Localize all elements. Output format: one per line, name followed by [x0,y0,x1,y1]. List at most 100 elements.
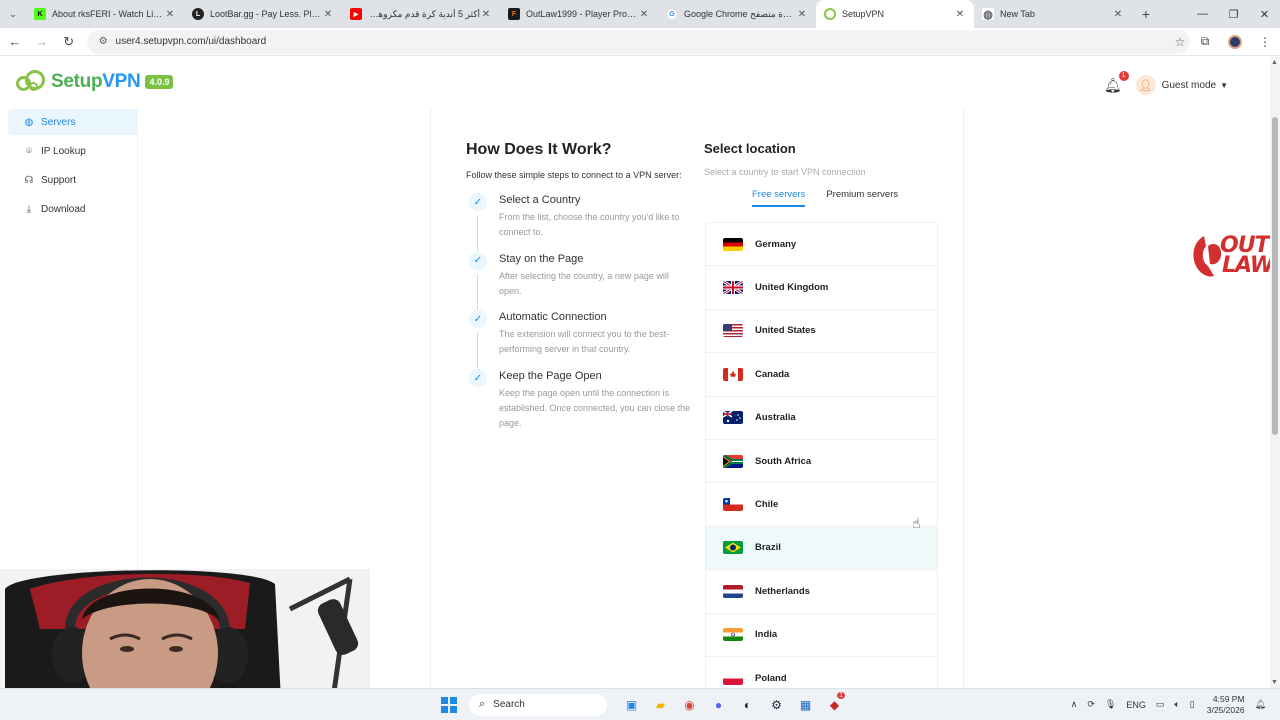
task-view-icon[interactable]: ▣ [617,698,646,712]
step-description: After selecting the country, a new page … [499,270,669,296]
search-icon: ⌕ [479,698,486,710]
app-dark-icon[interactable]: ◐ [733,698,762,712]
country-row-united-states[interactable]: United States [706,310,937,354]
tab-search-chevron-icon[interactable]: ⌄ [0,0,26,28]
scroll-up-arrow-icon[interactable]: ▲ [1271,59,1278,66]
sidebar-item-download[interactable]: ⤓ Download [8,197,138,223]
user-name[interactable]: Guest mode [1162,80,1216,91]
download-icon: ⤓ [26,204,32,216]
browser-tab-strip: ⌄ K About rksFERI - Watch Live on ✕ L Lo… [0,0,1280,28]
windows-start-icon[interactable] [441,696,457,713]
reload-icon[interactable]: ↻ [57,30,81,54]
steps-list: ✓ Select a Country From the list, choose… [466,193,696,428]
country-row-australia[interactable]: Australia [706,397,937,440]
setupvpn-favicon-icon [824,8,836,20]
step-item: ✓ Automatic Connection The extension wil… [466,310,696,369]
how-it-works-title: How Does It Work? [466,141,612,158]
country-name: South Africa [755,455,812,467]
browser-tab-active[interactable]: SetupVPN ✕ [816,0,974,28]
app-notification-badge: 1 [837,691,845,699]
clock-date: 3/25/2026 [1206,704,1245,715]
country-row-canada[interactable]: Canada [706,353,937,397]
country-row-south-africa[interactable]: South Africa [706,440,937,484]
tab-close-icon[interactable]: ✕ [322,9,334,20]
taskbar-clock[interactable]: 4:59 PM 3/25/2026 [1207,694,1245,716]
file-explorer-icon[interactable]: ▰ [646,698,675,712]
step-item: ✓ Keep the Page Open Keep the page open … [466,369,696,428]
country-row-india[interactable]: India [706,614,937,657]
profile-icon[interactable] [1220,34,1250,49]
forward-arrow-icon[interactable]: → [30,30,54,54]
caret-down-icon[interactable]: ▼ [1220,81,1228,90]
country-row-poland[interactable]: Poland [706,657,937,688]
page-scrollbar[interactable]: ▲ ▼ [1270,57,1280,688]
restore-icon[interactable]: ❐ [1218,0,1249,28]
chrome-menu-icon[interactable]: ⋮ [1250,35,1280,49]
tab-close-icon[interactable]: ✕ [954,9,966,20]
tab-close-icon[interactable]: ✕ [1112,9,1124,20]
network-icon[interactable]: ▭ [1156,699,1165,710]
sync-icon[interactable]: ⟳ [1087,699,1095,710]
tray-overflow-chevron-icon[interactable]: ∧ [1071,699,1078,710]
sidebar-item-label: Support [41,175,77,187]
tab-close-icon[interactable]: ✕ [480,9,492,20]
sidebar-nav: ◍ Servers ⌾ IP Lookup ☊ Support ⤓ Downlo… [8,109,138,226]
language-indicator[interactable]: ENG [1126,700,1146,710]
minimize-icon[interactable]: — [1187,0,1218,28]
chrome-icon[interactable]: ◉ [675,698,704,712]
canada-flag-icon [723,367,743,381]
battery-icon[interactable]: ▯ [1190,699,1195,710]
sidebar-item-support[interactable]: ☊ Support [8,168,138,194]
microphone-icon[interactable]: 🎙︎ [1105,699,1116,710]
sidebar-item-ip-lookup[interactable]: ⌾ IP Lookup [8,138,138,164]
tab-close-icon[interactable]: ✕ [796,9,808,20]
brand-name: SetupVPN [51,71,141,92]
back-arrow-icon[interactable]: ← [3,30,27,54]
germany-flag-icon [723,237,743,251]
windows-taskbar: ⌕ Search ▣ ▰ ◉ ● ◐ ⚙ ▦ ◆ 1 ∧ ⟳ 🎙︎ ENG ▭ 🔈… [0,688,1280,720]
tab-close-icon[interactable]: ✕ [638,9,650,20]
url-text[interactable]: user4.setupvpn.com/ui/dashboard [116,36,1170,47]
scroll-down-arrow-icon[interactable]: ▼ [1271,679,1278,686]
extensions-puzzle-icon[interactable]: ⧉ [1190,34,1220,49]
media-app-icon[interactable]: ▦ [791,698,820,712]
country-row-chile[interactable]: Chile [706,483,937,527]
country-name: Canada [755,368,790,380]
taskbar-search-box[interactable]: ⌕ Search [469,693,607,716]
tab-premium-servers[interactable]: Premium servers [826,189,898,207]
country-name: Poland [755,672,787,684]
sidebar-item-servers[interactable]: ◍ Servers [8,109,138,135]
browser-tab[interactable]: ◍ New Tab ✕ [974,0,1132,28]
notifications-bell-icon[interactable]: 🔔︎ [1255,699,1266,710]
country-row-united-kingdom[interactable]: United Kingdom [706,266,937,310]
country-name: India [755,629,778,641]
browser-tab[interactable]: L LootBar.gg - Pay Less. Play Mo ✕ [184,0,342,28]
setupvpn-logo[interactable]: SetupVPN 4.0.9 [16,69,174,95]
window-close-icon[interactable]: ✕ [1249,0,1280,28]
browser-tab[interactable]: G Google Chrome مساعدة متصفح ✕ [658,0,816,28]
browser-tab[interactable]: F OutLaw1999 - Player Profile - F ✕ [500,0,658,28]
tab-free-servers[interactable]: Free servers [752,189,806,207]
site-info-icon[interactable]: ⚙ [99,36,108,47]
sidebar-item-label: Download [41,204,86,216]
discord-icon[interactable]: ● [704,698,733,712]
tab-close-icon[interactable]: ✕ [164,9,176,20]
browser-tab[interactable]: ▶ أكثر 5 أندية كرة قدم مكروهة في ✕ [342,0,500,28]
browser-tab[interactable]: K About rksFERI - Watch Live on ✕ [26,0,184,28]
country-row-germany[interactable]: Germany [706,223,937,267]
server-type-tabs: Free servers Premium servers [752,189,919,207]
country-row-brazil[interactable]: Brazil [706,526,937,571]
bookmark-star-icon[interactable]: ☆ [1170,35,1190,49]
volume-icon[interactable]: 🔈︎ [1174,699,1179,710]
country-row-netherlands[interactable]: Netherlands [706,570,937,614]
country-name: United Kingdom [755,282,829,294]
scrollbar-thumb[interactable] [1272,117,1278,435]
game-app-icon[interactable]: ◆ 1 [820,691,849,712]
checkmark-icon: ✓ [469,369,487,388]
new-tab-plus-icon[interactable]: + [1132,0,1160,28]
tab-title: Google Chrome مساعدة متصفح [684,8,796,19]
user-avatar-icon[interactable]: 👤︎ [1135,75,1156,95]
notification-bell-icon[interactable]: 🔔︎ 1 [1104,70,1129,94]
steam-icon[interactable]: ⚙ [762,698,791,712]
address-bar[interactable]: ⚙ user4.setupvpn.com/ui/dashboard ☆ [86,29,1191,54]
